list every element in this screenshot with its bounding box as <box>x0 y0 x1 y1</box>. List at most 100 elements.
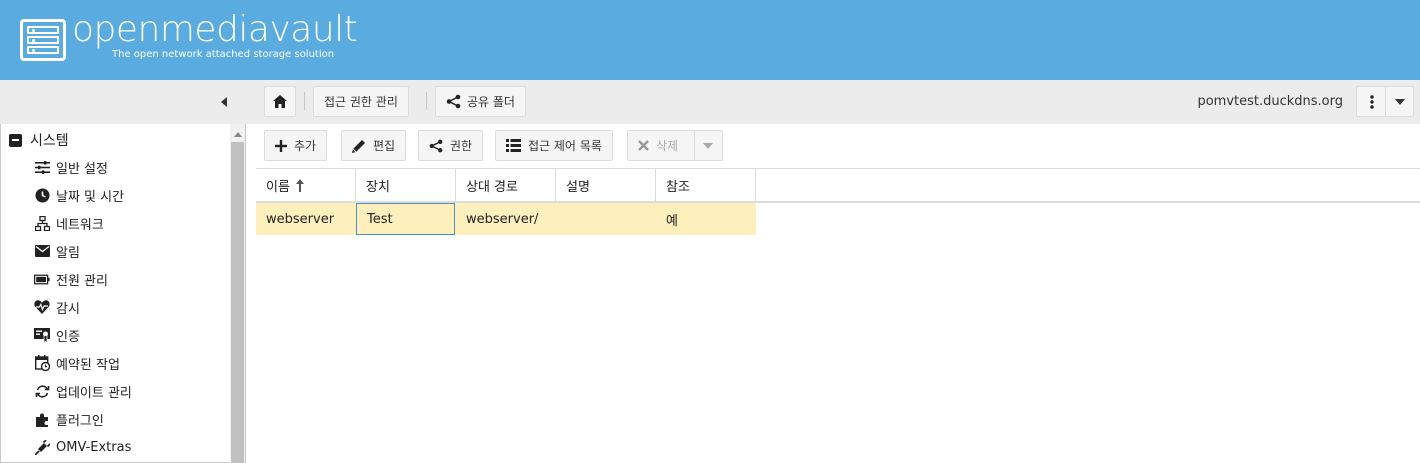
sidebar-group-system[interactable]: 시스템 <box>9 130 69 150</box>
sidebar-item-general-settings[interactable]: 일반 설정 <box>34 157 108 177</box>
breadcrumb-label: 공유 폴더 <box>467 95 515 109</box>
list-icon <box>506 139 521 152</box>
column-header-label: 참조 <box>666 180 690 195</box>
calendar-clock-icon <box>34 355 50 371</box>
navigation-sidebar: 시스템 일반 설정 날짜 및 시간 네트워크 알림 전원 관리 감시 인증 예약… <box>0 124 246 463</box>
caret-down-icon <box>703 143 713 149</box>
openmediavault-logo-icon <box>20 19 66 61</box>
column-header-label: 장치 <box>366 180 390 195</box>
cell-referenced: 예 <box>666 213 678 229</box>
sidebar-item-plugins[interactable]: 플러그인 <box>34 409 104 429</box>
share-icon <box>429 139 443 152</box>
sidebar-item-power-management[interactable]: 전원 관리 <box>34 269 108 289</box>
column-header-referenced[interactable]: 참조 <box>656 169 756 202</box>
sidebar-item-label: 날짜 및 시간 <box>56 189 125 205</box>
breadcrumb-label: 접근 권한 관리 <box>324 95 398 109</box>
close-icon <box>638 140 649 151</box>
delete-button-label: 삭제 <box>656 139 679 153</box>
kebab-menu-icon <box>1369 94 1374 109</box>
column-header-name[interactable]: 이름 <box>256 169 356 202</box>
top-toolbar: 접근 권한 관리 공유 폴더 pomvtest.duckdns.org <box>0 80 1420 124</box>
sidebar-item-label: 전원 관리 <box>56 273 108 289</box>
column-header-description[interactable]: 설명 <box>556 169 656 202</box>
cell-description <box>556 203 656 235</box>
edit-button-label: 편집 <box>373 139 396 153</box>
cell-device[interactable]: Test <box>356 203 455 235</box>
sidebar-scrollbar[interactable] <box>230 124 245 463</box>
breadcrumb-separator <box>304 92 305 110</box>
sort-ascending-icon <box>295 179 304 192</box>
envelope-icon <box>34 243 50 259</box>
sidebar-item-omv-extras[interactable]: OMV-Extras <box>34 437 131 457</box>
column-header-relative-path[interactable]: 상대 경로 <box>456 169 556 202</box>
privileges-button-label: 권한 <box>450 139 473 153</box>
user-menu-group <box>1356 86 1414 117</box>
heartbeat-icon <box>34 299 50 315</box>
network-icon <box>34 215 50 231</box>
minus-square-icon[interactable] <box>9 133 22 147</box>
scroll-up-button[interactable] <box>230 128 245 140</box>
sidebar-group-label: 시스템 <box>30 133 69 149</box>
grid-header: 이름 장치 상대 경로 설명 참조 <box>256 168 1420 203</box>
battery-icon <box>34 271 50 287</box>
puzzle-icon <box>34 411 50 427</box>
breadcrumb-shared-folders[interactable]: 공유 폴더 <box>435 86 526 117</box>
sidebar-item-network[interactable]: 네트워크 <box>34 213 104 233</box>
sidebar-item-scheduled-jobs[interactable]: 예약된 작업 <box>34 353 120 373</box>
sidebar-item-label: 감시 <box>56 301 80 317</box>
sidebar-item-date-time[interactable]: 날짜 및 시간 <box>34 185 124 205</box>
edit-button[interactable]: 편집 <box>341 130 407 161</box>
sidebar-item-label: 인증 <box>56 329 80 345</box>
sidebar-item-label: 예약된 작업 <box>56 357 120 373</box>
delete-dropdown-arrow[interactable] <box>703 143 713 149</box>
add-button[interactable]: 추가 <box>264 130 328 161</box>
column-header-device[interactable]: 장치 <box>356 169 456 202</box>
sidebar-item-label: 알림 <box>56 245 80 261</box>
shared-folders-panel: 추가 편집 권한 접근 제어 목록 삭제 이름 장치 상대 경로 설명 참조 w… <box>256 124 1420 463</box>
sync-icon <box>34 383 50 399</box>
column-header-label: 이름 <box>266 180 290 195</box>
app-header: openmediavault The open network attached… <box>0 0 1420 80</box>
sidebar-item-label: 네트워크 <box>56 217 104 233</box>
breadcrumb-separator <box>426 92 427 110</box>
certificate-icon <box>34 327 50 343</box>
caret-up-icon <box>233 131 242 137</box>
more-options-button[interactable] <box>1357 87 1386 116</box>
dropdown-button[interactable] <box>1385 87 1414 116</box>
caret-left-icon <box>221 97 227 107</box>
delete-button[interactable]: 삭제 <box>627 130 723 161</box>
add-button-label: 추가 <box>294 139 317 153</box>
column-header-label: 설명 <box>566 180 590 195</box>
plug-icon <box>34 439 50 455</box>
sidebar-item-notification[interactable]: 알림 <box>34 241 80 261</box>
sidebar-item-label: OMV-Extras <box>56 439 132 455</box>
sidebar-item-certificates[interactable]: 인증 <box>34 325 80 345</box>
sidebar-item-label: 플러그인 <box>56 413 104 429</box>
split-divider <box>694 131 695 160</box>
breadcrumb-access-rights[interactable]: 접근 권한 관리 <box>313 86 409 117</box>
acl-button[interactable]: 접근 제어 목록 <box>495 130 613 161</box>
clock-icon <box>34 187 50 203</box>
plus-icon <box>275 139 287 152</box>
sidebar-item-label: 일반 설정 <box>56 161 108 177</box>
sidebar-item-label: 업데이트 관리 <box>56 385 132 401</box>
share-icon <box>446 94 461 109</box>
sidebar-item-update-management[interactable]: 업데이트 관리 <box>34 381 132 401</box>
pencil-icon <box>352 139 365 153</box>
collapse-sidebar-button[interactable] <box>216 92 232 112</box>
table-row[interactable]: webserver Test webserver/ 예 <box>256 203 756 235</box>
acl-button-label: 접근 제어 목록 <box>528 139 602 153</box>
logo-tagline: The open network attached storage soluti… <box>112 49 335 60</box>
home-icon <box>273 95 287 108</box>
cell-relative-path: webserver/ <box>466 211 539 227</box>
home-button[interactable] <box>264 86 296 117</box>
privileges-button[interactable]: 권한 <box>418 130 484 161</box>
caret-down-icon <box>1395 98 1405 105</box>
sliders-icon <box>34 159 50 175</box>
cell-name: webserver <box>266 211 335 227</box>
scrollbar-thumb[interactable] <box>231 142 244 463</box>
sidebar-item-monitoring[interactable]: 감시 <box>34 297 80 317</box>
logo-title: openmediavault <box>72 9 358 50</box>
hostname-label: pomvtest.duckdns.org <box>1197 94 1343 109</box>
column-header-label: 상대 경로 <box>466 180 518 195</box>
